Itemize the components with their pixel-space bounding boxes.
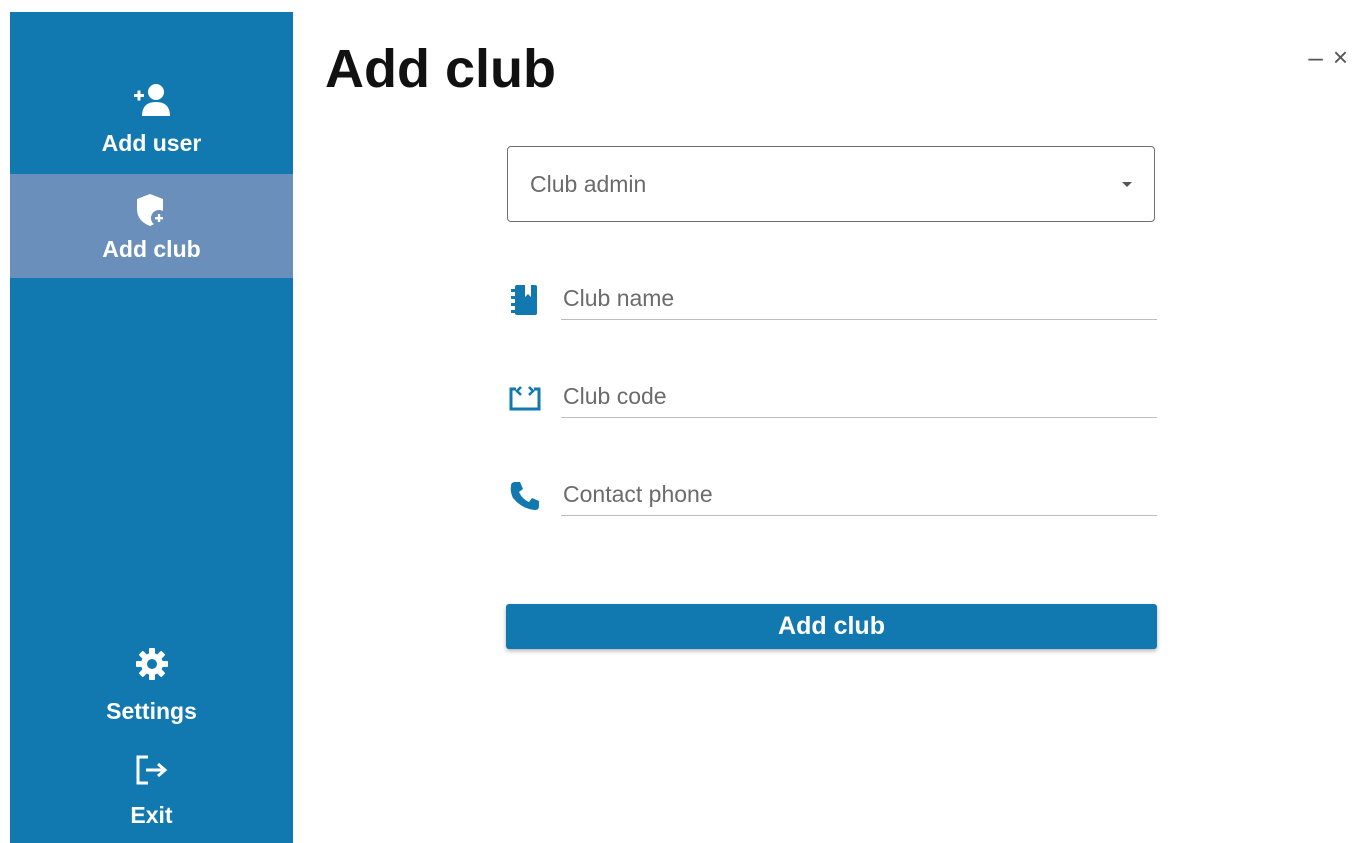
- notebook-icon: [507, 282, 543, 318]
- sidebar: Add user Add club Settings Exit: [10, 12, 293, 843]
- club-name-field: [507, 268, 1157, 324]
- club-admin-select[interactable]: Club admin: [507, 146, 1155, 222]
- phone-icon: [507, 478, 543, 514]
- contact-phone-field: [507, 464, 1157, 520]
- sidebar-item-label: Exit: [130, 802, 173, 828]
- contact-phone-input[interactable]: [561, 474, 1157, 516]
- minimize-icon[interactable]: –: [1308, 42, 1322, 72]
- club-code-input[interactable]: [561, 376, 1157, 418]
- add-user-icon: [132, 80, 172, 120]
- window-controls: – ×: [1308, 42, 1348, 72]
- sidebar-item-label: Add club: [102, 236, 201, 262]
- page-title: Add club: [325, 39, 556, 99]
- sidebar-item-add-club[interactable]: Add club: [10, 174, 293, 278]
- club-admin-placeholder: Club admin: [530, 170, 647, 197]
- logout-icon: [132, 752, 172, 788]
- sidebar-item-add-user[interactable]: Add user: [10, 80, 293, 174]
- add-club-button[interactable]: Add club: [506, 604, 1157, 649]
- sidebar-item-exit[interactable]: Exit: [10, 752, 293, 842]
- gear-icon: [132, 640, 172, 688]
- sidebar-item-label: Settings: [106, 698, 197, 724]
- code-icon: [507, 380, 543, 416]
- club-name-input[interactable]: [561, 278, 1157, 320]
- club-code-field: [507, 366, 1157, 422]
- sidebar-item-label: Add user: [101, 130, 202, 156]
- close-icon[interactable]: ×: [1333, 42, 1348, 72]
- sidebar-item-settings[interactable]: Settings: [10, 640, 293, 730]
- shield-plus-icon: [132, 190, 172, 230]
- caret-down-icon: [1122, 181, 1132, 187]
